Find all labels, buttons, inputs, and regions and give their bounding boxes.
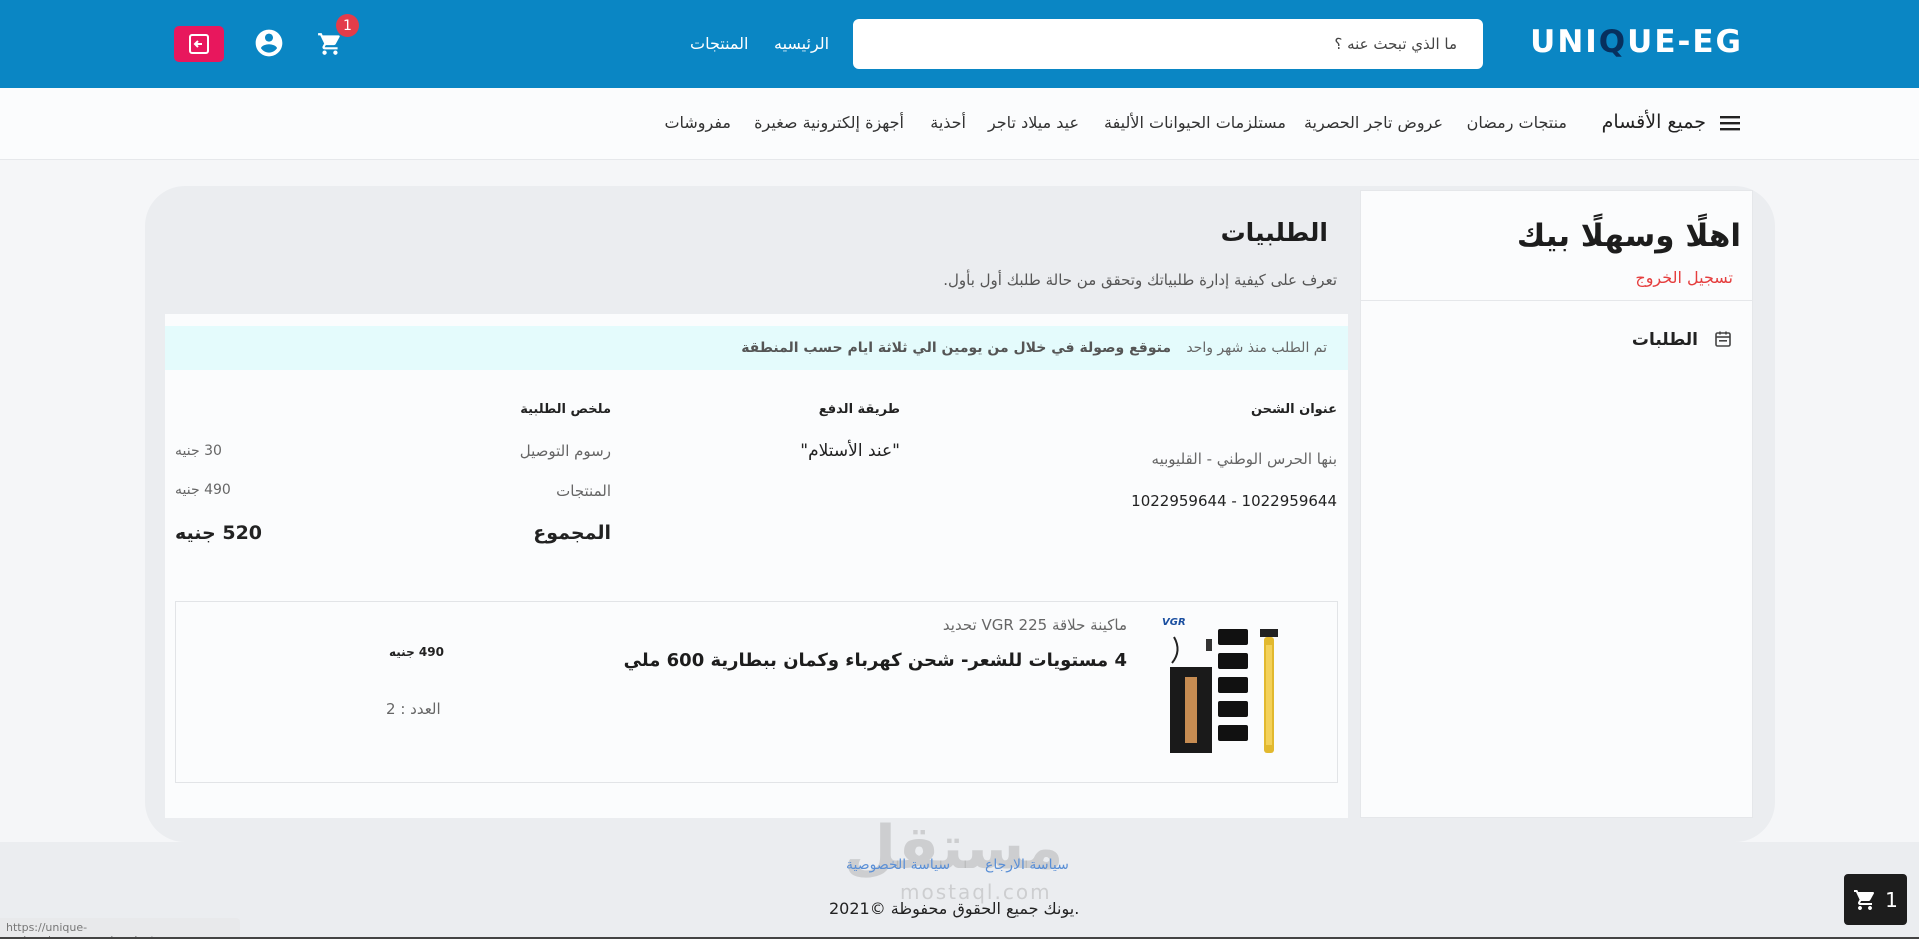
- delivery-fee-value: 30 جنيه: [175, 443, 222, 459]
- category-ramadan[interactable]: منتجات رمضان: [1467, 113, 1567, 132]
- shipping-phone: 1022959644 - 1022959644: [1131, 492, 1337, 510]
- hamburger-menu-icon[interactable]: [1720, 114, 1742, 132]
- category-all[interactable]: جميع الأقسام: [1602, 111, 1706, 133]
- products-total-value: 490 جنيه: [175, 482, 231, 498]
- category-birthday[interactable]: عيد ميلاد تاجر: [988, 113, 1079, 132]
- category-pet-supplies[interactable]: مستلزمات الحيوانات الأليفة: [1104, 113, 1286, 132]
- sidebar-divider: [1360, 300, 1753, 301]
- delivery-estimate: متوقع وصولة في خلال من يومين الي ثلاثة ا…: [741, 340, 1171, 356]
- calendar-icon: [1714, 330, 1732, 348]
- cart-count-badge: 1: [336, 14, 359, 37]
- cart-icon: [1854, 889, 1875, 910]
- shipping-address: بنها الحرس الوطني - القليوبيه: [1151, 450, 1337, 468]
- user-account-icon[interactable]: [253, 27, 285, 59]
- order-time: تم الطلب منذ شهر واحد: [1186, 340, 1327, 356]
- svg-text:VGR: VGR: [1162, 617, 1186, 628]
- return-policy-link[interactable]: سياسة الارجاع: [985, 857, 1069, 873]
- delivery-fee-label: رسوم التوصيل: [519, 442, 611, 460]
- privacy-policy-link[interactable]: سياسة الخصوصية: [846, 857, 950, 873]
- nav-home-link[interactable]: الرئيسيه: [774, 34, 829, 53]
- logout-icon: [189, 34, 209, 54]
- welcome-heading: اهلًا وسهلًا بيك: [1516, 218, 1741, 254]
- product-name[interactable]: 4 مستويات للشعر- شحن كهرباء وكمان ببطاري…: [624, 650, 1127, 671]
- floating-cart-count: 1: [1885, 887, 1898, 912]
- grand-total-value: 520 جنيه: [175, 522, 263, 544]
- product-image[interactable]: VGR: [1160, 615, 1290, 757]
- logout-button[interactable]: [174, 26, 224, 62]
- search-input[interactable]: [853, 19, 1483, 69]
- payment-method: "عند الأستلام": [800, 441, 900, 461]
- floating-cart-button[interactable]: 1: [1844, 874, 1907, 925]
- page-title: الطلبيات: [1220, 218, 1328, 247]
- nav-products-link[interactable]: المنتجات: [690, 34, 749, 53]
- product-quantity: العدد : 2: [386, 700, 441, 718]
- site-logo[interactable]: UNIQUE-EG: [1530, 24, 1743, 60]
- browser-status-url: https://unique-eg.herokuapp.com/products: [0, 918, 240, 939]
- products-total-label: المنتجات: [556, 482, 611, 500]
- category-small-electronics[interactable]: أجهزة إلكترونية صغيرة: [754, 113, 904, 132]
- category-furnishings[interactable]: مفروشات: [664, 113, 731, 132]
- category-exclusive-offers[interactable]: عروض تاجر الحصرية: [1304, 113, 1443, 132]
- product-price: 490 جنيه: [389, 645, 444, 659]
- order-summary-header: ملخص الطلبية: [520, 402, 611, 417]
- product-brand-line: ماكينة حلاقة VGR 225 تحديد: [942, 616, 1127, 634]
- page-subtitle: تعرف على كيفية إدارة طلبياتك وتحقق من حا…: [943, 271, 1337, 289]
- sidebar-logout-link[interactable]: تسجيل الخروج: [1635, 268, 1733, 287]
- payment-method-header: طريقة الدفع: [818, 402, 900, 417]
- grand-total-label: المجموع: [533, 522, 611, 544]
- category-shoes[interactable]: أحذية: [930, 113, 966, 132]
- shipping-address-header: عنوان الشحن: [1250, 402, 1337, 417]
- sidebar-item-orders[interactable]: الطلبات: [1632, 330, 1698, 350]
- copyright-text: يونك جميع الحقوق محفوظة ©2021.: [829, 899, 1080, 918]
